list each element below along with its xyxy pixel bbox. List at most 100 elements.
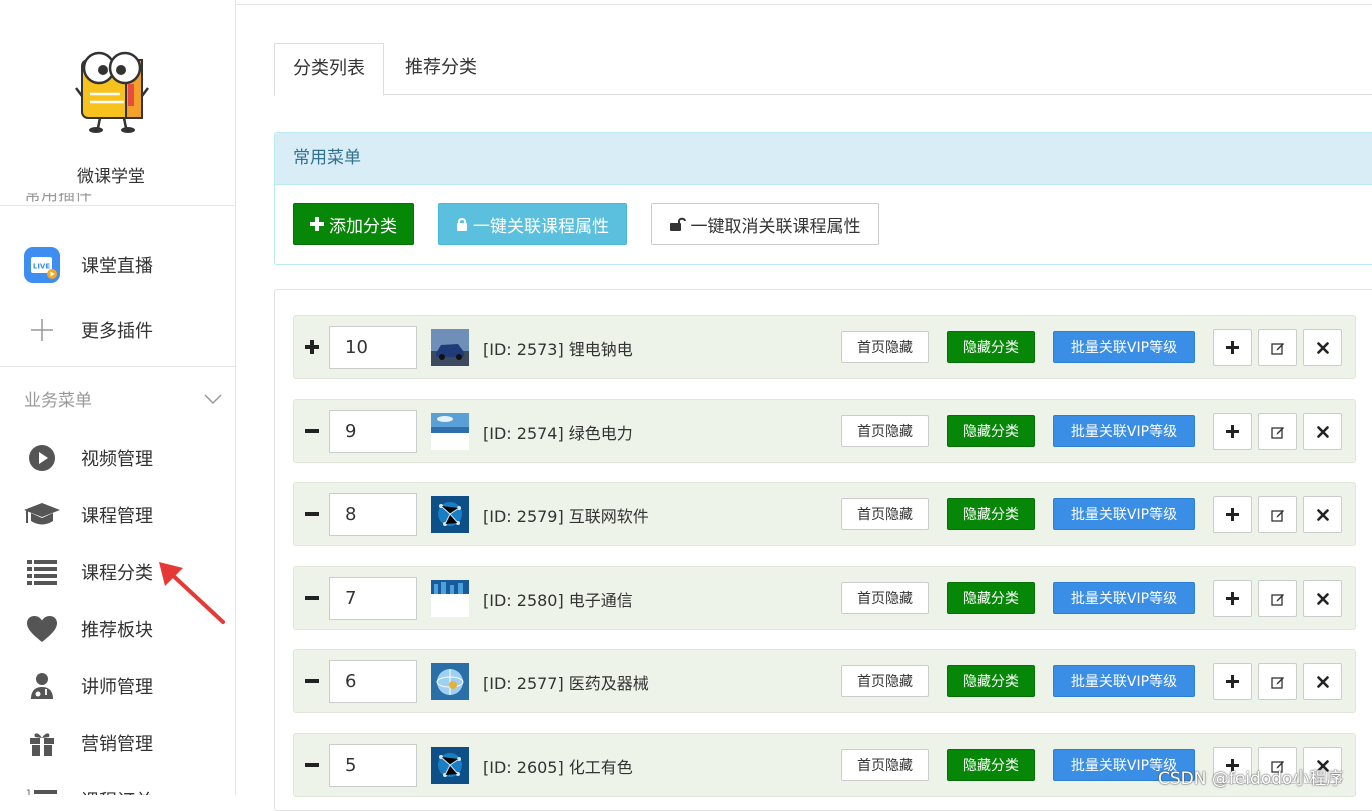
sidebar-item-orders[interactable]: 1 课程订单 <box>0 778 235 795</box>
category-name: [ID: 2577] 医药及器械 <box>483 674 649 693</box>
tab-recommended-category[interactable]: 推荐分类 <box>387 43 495 93</box>
plus-icon <box>310 217 324 231</box>
add-subcategory-button[interactable] <box>1213 329 1252 366</box>
add-subcategory-button[interactable] <box>1213 580 1252 617</box>
delete-button[interactable] <box>1303 413 1342 450</box>
brand-name: 微课学堂 <box>77 167 145 187</box>
sidebar-divider <box>0 366 235 367</box>
collapse-icon[interactable] <box>304 672 320 690</box>
delete-button[interactable] <box>1303 329 1342 366</box>
plus-icon <box>1226 508 1239 521</box>
hide-category-button[interactable]: 隐藏分类 <box>947 415 1035 447</box>
collapse-icon[interactable] <box>304 422 320 440</box>
add-subcategory-button[interactable] <box>1213 496 1252 533</box>
delete-button[interactable] <box>1303 580 1342 617</box>
button-label: 添加分类 <box>329 216 397 237</box>
category-name: [ID: 2605] 化工有色 <box>483 758 633 777</box>
graduation-cap-icon <box>22 495 62 535</box>
live-icon: LIVE <box>22 245 62 285</box>
category-name: [ID: 2579] 互联网软件 <box>483 507 649 526</box>
sidebar-item-course[interactable]: 课程管理 <box>0 493 235 537</box>
sidebar-item-label: 课程订单 <box>81 787 153 795</box>
batch-link-vip-button[interactable]: 批量关联VIP等级 <box>1053 582 1195 614</box>
sidebar-item-label: 讲师管理 <box>81 677 153 698</box>
sort-order-input[interactable] <box>329 660 417 703</box>
sort-order-input[interactable] <box>329 326 417 369</box>
batch-link-vip-button[interactable]: 批量关联VIP等级 <box>1053 415 1195 447</box>
edit-button[interactable] <box>1258 329 1297 366</box>
gift-icon <box>22 723 62 763</box>
tab-category-list[interactable]: 分类列表 <box>274 43 384 96</box>
home-hide-button[interactable]: 首页隐藏 <box>841 415 929 447</box>
sort-order-input[interactable] <box>329 744 417 787</box>
edit-button[interactable] <box>1258 580 1297 617</box>
category-thumbnail <box>431 496 469 533</box>
edit-button[interactable] <box>1258 413 1297 450</box>
table-row: [ID: 2573] 锂电钠电 首页隐藏 隐藏分类 批量关联VIP等级 <box>293 315 1356 379</box>
common-menu-panel: 常用菜单 添加分类 一键关联课程属性 一键取消关联课程属性 <box>274 132 1372 265</box>
lock-icon <box>456 217 468 231</box>
batch-link-vip-button[interactable]: 批量关联VIP等级 <box>1053 665 1195 697</box>
link-course-attributes-button[interactable]: 一键关联课程属性 <box>438 203 627 245</box>
plus-icon <box>1226 425 1239 438</box>
collapse-icon[interactable] <box>304 589 320 607</box>
edit-button[interactable] <box>1258 496 1297 533</box>
home-hide-button[interactable]: 首页隐藏 <box>841 498 929 530</box>
add-subcategory-button[interactable] <box>1213 413 1252 450</box>
sidebar-item-label: 课堂直播 <box>81 256 153 277</box>
hide-category-button[interactable]: 隐藏分类 <box>947 331 1035 363</box>
category-name: [ID: 2580] 电子通信 <box>483 591 633 610</box>
add-subcategory-button[interactable] <box>1213 663 1252 700</box>
sidebar-item-live[interactable]: LIVE 课堂直播 <box>0 243 235 287</box>
close-icon <box>1316 675 1329 688</box>
watermark: CSDN @feidodo小程序 <box>1158 769 1344 789</box>
sidebar-item-label: 视频管理 <box>81 449 153 470</box>
home-hide-button[interactable]: 首页隐藏 <box>841 749 929 781</box>
collapse-icon[interactable] <box>304 505 320 523</box>
hide-category-button[interactable]: 隐藏分类 <box>947 749 1035 781</box>
batch-link-vip-button[interactable]: 批量关联VIP等级 <box>1053 498 1195 530</box>
unlink-course-attributes-button[interactable]: 一键取消关联课程属性 <box>651 203 879 245</box>
batch-link-vip-button[interactable]: 批量关联VIP等级 <box>1053 331 1195 363</box>
table-row: [ID: 2574] 绿色电力 首页隐藏 隐藏分类 批量关联VIP等级 <box>293 399 1356 463</box>
category-name: [ID: 2573] 锂电钠电 <box>483 340 633 359</box>
edit-icon <box>1270 508 1285 522</box>
collapse-icon[interactable] <box>304 756 320 774</box>
sidebar-item-more-plugins[interactable]: 更多插件 <box>0 308 235 352</box>
plus-icon <box>22 310 62 350</box>
close-icon <box>1316 425 1329 438</box>
home-hide-button[interactable]: 首页隐藏 <box>841 331 929 363</box>
category-thumbnail <box>431 663 469 700</box>
plugins-section-title: 常用插件 <box>24 193 92 205</box>
delete-button[interactable] <box>1303 496 1342 533</box>
edit-button[interactable] <box>1258 663 1297 700</box>
user-md-icon <box>22 666 62 706</box>
edit-icon <box>1270 425 1285 439</box>
sort-order-input[interactable] <box>329 577 417 620</box>
svg-text:1: 1 <box>26 789 32 795</box>
sidebar-item-label: 营销管理 <box>81 734 153 755</box>
sidebar-item-video[interactable]: 视频管理 <box>0 436 235 480</box>
hide-category-button[interactable]: 隐藏分类 <box>947 665 1035 697</box>
hide-category-button[interactable]: 隐藏分类 <box>947 582 1035 614</box>
sort-order-input[interactable] <box>329 493 417 536</box>
tab-bar: 分类列表 推荐分类 <box>274 43 1372 96</box>
panel-title: 常用菜单 <box>275 133 1372 185</box>
home-hide-button[interactable]: 首页隐藏 <box>841 665 929 697</box>
home-hide-button[interactable]: 首页隐藏 <box>841 582 929 614</box>
ordered-list-icon: 1 <box>22 780 62 795</box>
expand-icon[interactable] <box>304 338 320 356</box>
delete-button[interactable] <box>1303 663 1342 700</box>
hide-category-button[interactable]: 隐藏分类 <box>947 498 1035 530</box>
add-category-button[interactable]: 添加分类 <box>293 203 414 245</box>
sidebar-item-marketing[interactable]: 营销管理 <box>0 721 235 765</box>
chevron-down-icon[interactable] <box>204 390 222 409</box>
close-icon <box>1316 508 1329 521</box>
business-section-title[interactable]: 业务菜单 <box>24 386 92 411</box>
category-thumbnail <box>431 413 469 450</box>
sidebar-item-teacher[interactable]: 讲师管理 <box>0 664 235 708</box>
button-label: 一键取消关联课程属性 <box>690 216 861 237</box>
plus-icon <box>1226 675 1239 688</box>
sort-order-input[interactable] <box>329 410 417 453</box>
edit-icon <box>1270 592 1285 606</box>
